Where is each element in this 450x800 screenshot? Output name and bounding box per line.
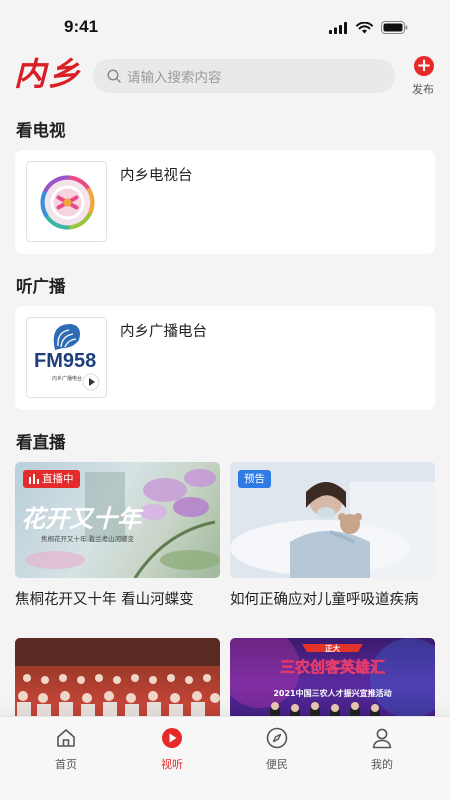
- radio-station-name[interactable]: 内乡广播电台: [120, 320, 207, 341]
- tab-label: 便民: [266, 758, 288, 771]
- status-time: 9:41: [64, 17, 99, 36]
- tv-station-logo: [26, 161, 107, 242]
- live-overlay-subtitle: 焦桐花开又十年 看兰考山河蝶变: [41, 534, 135, 543]
- tab-home[interactable]: 首页: [31, 727, 101, 772]
- tab-label: 我的: [371, 758, 393, 771]
- live-bars-icon: [29, 474, 39, 484]
- home-icon: [57, 729, 75, 747]
- live-overlay-title: 花开又十年: [21, 504, 144, 533]
- section-title-radio: 听广播: [16, 277, 66, 296]
- preview-badge: 预告: [238, 470, 271, 488]
- live-item[interactable]: 花开又十年 焦桐花开又十年 看兰考山河蝶变 直播中 焦桐花开又十年 看山河蝶变: [15, 462, 220, 609]
- search-bar[interactable]: 请输入搜索内容: [93, 59, 395, 93]
- app-logo[interactable]: 内乡: [14, 54, 82, 94]
- tab-media[interactable]: 视听: [137, 727, 207, 772]
- play-icon: [162, 728, 182, 748]
- tv-station-card[interactable]: 内乡电视台: [15, 150, 435, 254]
- tab-services[interactable]: 便民: [242, 727, 312, 772]
- live-overlay-brand: 正大: [325, 643, 340, 653]
- tv-station-name[interactable]: 内乡电视台: [120, 164, 193, 185]
- live-badge: 直播中: [23, 470, 80, 488]
- signal-icon: [329, 21, 347, 34]
- status-bar: 9:41: [0, 0, 450, 52]
- radio-logo-icon: FM958 内乡广播电台: [34, 324, 100, 391]
- radio-logo-subtext: 内乡广播电台: [52, 375, 82, 382]
- tv-logo-icon: [40, 175, 95, 230]
- user-icon: [372, 728, 392, 749]
- header: 内乡 请输入搜索内容 + 发布: [0, 52, 450, 102]
- battery-icon: [381, 21, 408, 34]
- search-icon: [107, 69, 121, 83]
- search-placeholder[interactable]: 请输入搜索内容: [127, 66, 222, 86]
- tab-profile[interactable]: 我的: [347, 727, 417, 772]
- live-item-title[interactable]: 焦桐花开又十年 看山河蝶变: [15, 588, 220, 609]
- compass-icon: [266, 727, 288, 749]
- live-thumbnail[interactable]: 花开又十年 焦桐花开又十年 看兰考山河蝶变 直播中: [15, 462, 220, 578]
- tab-label: 首页: [55, 758, 77, 771]
- live-item[interactable]: 预告 如何正确应对儿童呼吸道疾病: [230, 462, 435, 609]
- publish-label: 发布: [412, 83, 434, 96]
- preview-badge-label: 预告: [244, 473, 265, 485]
- live-item-title[interactable]: 如何正确应对儿童呼吸道疾病: [230, 588, 435, 609]
- live-thumbnail[interactable]: 预告: [230, 462, 435, 578]
- live-overlay-subtitle: 2021中国三农人才振兴宣推活动: [273, 688, 391, 698]
- live-badge-label: 直播中: [42, 473, 74, 485]
- section-title-tv: 看电视: [16, 121, 66, 140]
- wifi-icon: [356, 21, 373, 33]
- radio-station-card[interactable]: FM958 内乡广播电台 内乡广播电台: [15, 306, 435, 410]
- radio-station-logo: FM958 内乡广播电台: [26, 317, 107, 398]
- status-icons: [329, 21, 408, 34]
- live-overlay-title: 三农创客英雄汇: [280, 658, 385, 676]
- bottom-tab-bar: 首页 视听 便民 我的: [0, 716, 450, 800]
- tab-label: 视听: [161, 758, 183, 771]
- radio-logo-text: FM958: [34, 350, 96, 372]
- publish-button[interactable]: + 发布: [410, 56, 438, 97]
- plus-icon: +: [414, 56, 434, 76]
- section-title-live: 看直播: [16, 433, 66, 452]
